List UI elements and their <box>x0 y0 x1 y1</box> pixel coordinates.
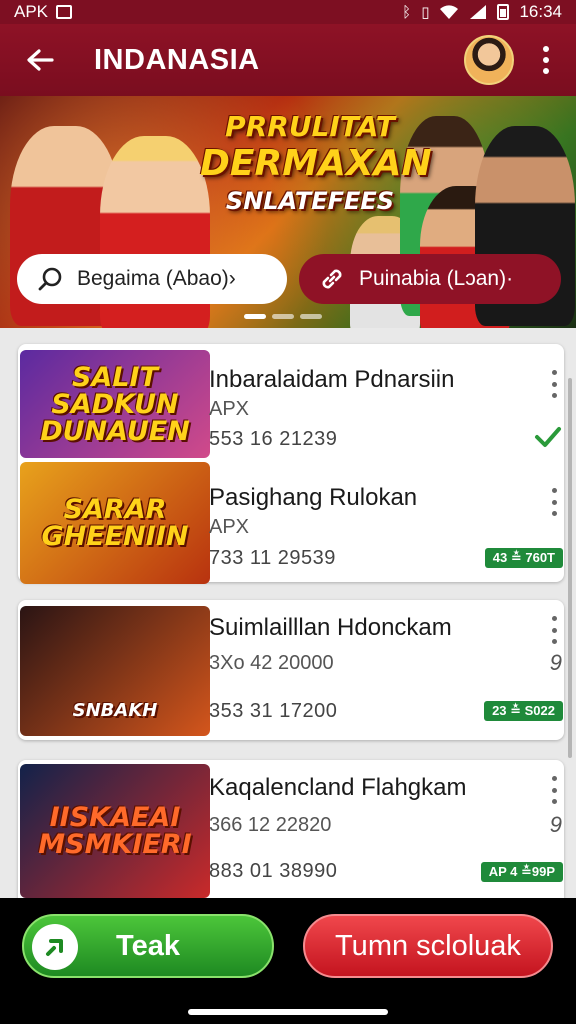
app-bar: INDANASIA <box>0 24 576 96</box>
bottom-action-bar: Teak Tumn scloluak <box>0 898 576 1024</box>
carousel-dot[interactable] <box>244 314 266 319</box>
item-number: 883 01 38990 <box>209 860 338 882</box>
arrow-left-icon <box>27 49 54 71</box>
search-icon <box>38 267 62 291</box>
image-icon <box>56 5 73 19</box>
item-subtitle: 366 12 22820 <box>209 814 332 836</box>
primary-action-button[interactable]: Teak <box>22 914 274 978</box>
banner-title-line: SNLATEFEES <box>225 187 395 215</box>
status-badge: AP 4 ≛99P <box>480 862 563 882</box>
item-more-button[interactable] <box>548 776 560 804</box>
link-pill-button[interactable]: Puinabia (Lɔan)· <box>299 254 561 304</box>
back-button[interactable] <box>20 40 60 80</box>
go-icon <box>32 924 78 970</box>
item-title: Pasighang Rulokan <box>209 484 418 511</box>
check-icon <box>535 427 561 447</box>
carousel-dot[interactable] <box>272 314 294 319</box>
status-badge: 23 ≛ S022 <box>484 701 563 721</box>
battery-icon <box>497 4 510 20</box>
more-vertical-icon <box>551 370 557 375</box>
item-title: Suimlailllan Hdonckam <box>209 614 452 641</box>
bluetooth-icon: ᛒ <box>402 3 412 21</box>
item-subtitle: APX <box>209 516 250 538</box>
link-pill-label: Puinabia (Lɔan)· <box>359 267 514 290</box>
thumbnail-title: IISKAEAI MSMKIERI <box>38 802 192 860</box>
banner-title: PRRULITAT DERMAXAN SNLATEFEES <box>200 110 432 218</box>
more-vertical-icon <box>551 616 557 621</box>
carousel-dot[interactable] <box>300 314 322 319</box>
secondary-action-button[interactable]: Tumn scloluak <box>303 914 553 978</box>
item-side-number: 9 <box>549 650 562 675</box>
item-side-number: 9 <box>549 812 562 837</box>
search-pill-label: Begaima (Abao)› <box>77 267 236 290</box>
banner-title-line: DERMAXAN <box>200 143 432 184</box>
vibrate-icon: ▯ <box>421 3 430 21</box>
more-vertical-icon <box>551 776 557 781</box>
item-more-button[interactable] <box>548 370 560 398</box>
status-time: 16:34 <box>519 2 562 21</box>
avatar[interactable] <box>464 35 514 85</box>
item-subtitle: APX <box>209 398 250 420</box>
page-title: INDANASIA <box>94 43 260 76</box>
item-number: 353 31 17200 <box>209 700 338 722</box>
thumbnail[interactable]: IISKAEAI MSMKIERI <box>20 764 210 898</box>
thumbnail-title: SALIT SADKUN DUNAUEN <box>40 361 190 447</box>
app-list: SALIT SADKUN DUNAUEN Inbaralaidam Pdnars… <box>0 328 576 898</box>
item-more-button[interactable] <box>548 488 560 516</box>
primary-action-label: Teak <box>116 929 180 962</box>
search-pill-button[interactable]: Begaima (Abao)› <box>17 254 287 304</box>
signal-icon <box>470 5 487 19</box>
thumbnail[interactable]: SNBAKH <box>20 606 210 736</box>
scrollbar[interactable] <box>568 378 572 758</box>
item-more-button[interactable] <box>548 616 560 644</box>
secondary-action-label: Tumn scloluak <box>335 929 521 962</box>
item-title: Kaqalencland Flahgkam <box>209 774 467 801</box>
item-title: Inbaralaidam Pdnarsiin <box>209 366 455 393</box>
carousel-indicator <box>244 314 322 319</box>
thumbnail-title: SARAR GHEENIIN <box>41 494 189 552</box>
link-icon <box>322 269 342 289</box>
wifi-icon <box>440 5 459 19</box>
status-app-label: APK <box>14 2 49 21</box>
item-subtitle: 3Xo 42 20000 <box>209 652 334 674</box>
status-badge: 43 ≛ 760T <box>484 548 563 568</box>
home-indicator[interactable] <box>188 1009 388 1015</box>
thumbnail[interactable]: SALIT SADKUN DUNAUEN <box>20 350 210 458</box>
item-number: 733 11 29539 <box>209 547 336 569</box>
overflow-menu-button[interactable] <box>536 40 556 80</box>
more-vertical-icon <box>543 46 549 52</box>
status-bar: APK ᛒ ▯ 16:34 <box>0 0 576 24</box>
banner-title-line: PRRULITAT <box>225 110 395 143</box>
thumbnail[interactable]: SARAR GHEENIIN <box>20 462 210 584</box>
thumbnail-title: SNBAKH <box>72 700 158 721</box>
item-number: 553 16 21239 <box>209 428 338 450</box>
more-vertical-icon <box>551 488 557 493</box>
